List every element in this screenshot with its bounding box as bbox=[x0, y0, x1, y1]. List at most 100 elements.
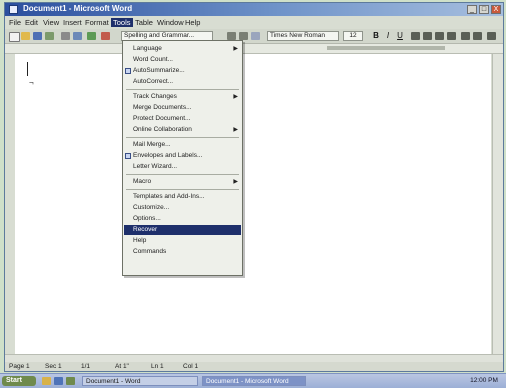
status-position: 1/1 bbox=[81, 363, 91, 370]
taskbar: Start Document1 - Word Document1 - Micro… bbox=[0, 373, 506, 388]
tools-menu-item[interactable]: AutoSummarize... bbox=[124, 66, 241, 76]
quick-launch-folder-icon[interactable] bbox=[42, 377, 51, 385]
tools-menu-item[interactable]: Options... bbox=[124, 214, 241, 224]
tools-menu-item[interactable]: Recover bbox=[124, 225, 241, 235]
title-bar[interactable]: Document1 - Microsoft Word _ □ X bbox=[5, 3, 503, 16]
word-document-icon[interactable] bbox=[9, 5, 18, 14]
email-icon[interactable] bbox=[45, 32, 54, 40]
menu-tools[interactable]: Tools bbox=[111, 18, 133, 27]
status-column: Col 1 bbox=[183, 363, 199, 370]
underline-button[interactable]: U bbox=[395, 31, 405, 41]
tools-menu-item-label: Online Collaboration bbox=[133, 126, 192, 133]
align-right-icon[interactable] bbox=[435, 32, 444, 40]
horizontal-scrollbar[interactable] bbox=[5, 354, 503, 362]
indent-icon[interactable] bbox=[487, 32, 496, 40]
cut-icon[interactable] bbox=[101, 32, 110, 40]
menu-edit[interactable]: Edit bbox=[25, 18, 38, 27]
tools-menu-item-label: AutoSummarize... bbox=[133, 67, 185, 74]
submenu-arrow-icon: ▶ bbox=[233, 46, 238, 52]
tools-menu-item-label: Macro bbox=[133, 178, 152, 185]
tools-menu-item-label: Mail Merge... bbox=[133, 141, 171, 148]
status-section: Sec 1 bbox=[45, 363, 62, 370]
tools-menu-item[interactable]: AutoCorrect... bbox=[124, 77, 241, 87]
menu-view[interactable]: View bbox=[43, 18, 59, 27]
tools-menu-item[interactable]: Templates and Add-Ins... bbox=[124, 192, 241, 202]
menu-window[interactable]: Window bbox=[157, 18, 184, 27]
menu-separator bbox=[126, 137, 239, 138]
status-page: Page 1 bbox=[9, 363, 30, 370]
open-folder-icon[interactable] bbox=[21, 32, 30, 40]
tools-menu-item[interactable]: Customize... bbox=[124, 203, 241, 213]
submenu-arrow-icon: ▶ bbox=[233, 127, 238, 133]
tools-menu-item-label: Merge Documents... bbox=[133, 104, 192, 111]
align-left-icon[interactable] bbox=[411, 32, 420, 40]
tools-menu-item[interactable]: Online Collaboration ▶ bbox=[124, 125, 241, 135]
close-button[interactable]: X bbox=[491, 5, 501, 14]
save-icon[interactable] bbox=[33, 32, 42, 40]
align-center-icon[interactable] bbox=[423, 32, 432, 40]
word-window: Document1 - Microsoft Word _ □ X File Ed… bbox=[4, 2, 504, 372]
tools-menu-item-label: AutoCorrect... bbox=[133, 78, 174, 85]
tools-menu-item-label: Envelopes and Labels... bbox=[133, 152, 203, 159]
menu-help[interactable]: Help bbox=[185, 18, 200, 27]
submenu-arrow-icon: ▶ bbox=[233, 179, 238, 185]
text-cursor bbox=[27, 62, 28, 76]
print-icon[interactable] bbox=[61, 32, 70, 40]
taskbar-button-word[interactable]: Document1 - Microsoft Word bbox=[202, 376, 306, 386]
font-size-combobox[interactable]: 12 bbox=[343, 31, 363, 41]
tools-menu-item[interactable]: Protect Document... bbox=[124, 114, 241, 124]
redo-icon[interactable] bbox=[239, 32, 248, 40]
tools-menu-item-label: Language bbox=[133, 45, 162, 52]
minimize-button[interactable]: _ bbox=[467, 5, 477, 14]
system-clock: 12:00 PM bbox=[470, 377, 498, 384]
menu-insert[interactable]: Insert bbox=[63, 18, 82, 27]
print-preview-icon[interactable] bbox=[73, 32, 82, 40]
status-line: Ln 1 bbox=[151, 363, 164, 370]
menu-bar: File Edit View Insert Format Tools Table… bbox=[5, 17, 503, 28]
tools-menu-item[interactable]: Word Count... bbox=[124, 55, 241, 65]
tools-menu-item[interactable]: Letter Wizard... bbox=[124, 162, 241, 172]
start-button[interactable]: Start bbox=[2, 376, 36, 386]
menu-file[interactable]: File bbox=[9, 18, 21, 27]
table-icon[interactable] bbox=[251, 32, 260, 40]
tools-menu-item[interactable]: Commands bbox=[124, 247, 241, 257]
standard-toolbar: Spelling and Grammar... Times New Roman … bbox=[5, 29, 503, 44]
tools-menu-item[interactable]: Help bbox=[124, 236, 241, 246]
tools-menu-item[interactable]: Merge Documents... bbox=[124, 103, 241, 113]
tools-menu-item[interactable]: Envelopes and Labels... bbox=[124, 151, 241, 161]
tools-menu-item[interactable]: Macro ▶ bbox=[124, 177, 241, 187]
maximize-button[interactable]: □ bbox=[479, 5, 489, 14]
tools-menu-item[interactable]: Mail Merge... bbox=[124, 140, 241, 150]
numbering-icon[interactable] bbox=[461, 32, 470, 40]
taskbar-button-document[interactable]: Document1 - Word bbox=[82, 376, 198, 386]
status-bar: Page 1 Sec 1 1/1 At 1" Ln 1 Col 1 bbox=[5, 362, 503, 371]
spelling-grammar-icon[interactable] bbox=[87, 32, 96, 40]
tools-menu-item[interactable]: Track Changes ▶ bbox=[124, 92, 241, 102]
tools-menu-item-label: Word Count... bbox=[133, 56, 173, 63]
menu-separator bbox=[126, 174, 239, 175]
quick-launch-browser-icon[interactable] bbox=[54, 377, 63, 385]
menu-format[interactable]: Format bbox=[85, 18, 109, 27]
tools-menu-item[interactable]: Language ▶ bbox=[124, 44, 241, 54]
tools-menu-item-label: Help bbox=[133, 237, 147, 244]
new-document-icon[interactable] bbox=[9, 32, 20, 42]
tools-menu-item-label: Customize... bbox=[133, 204, 170, 211]
menu-table[interactable]: Table bbox=[135, 18, 153, 27]
quick-launch-desktop-icon[interactable] bbox=[66, 377, 75, 385]
bold-button[interactable]: B bbox=[371, 31, 381, 41]
horizontal-ruler[interactable] bbox=[5, 44, 503, 54]
italic-button[interactable]: I bbox=[383, 31, 393, 41]
font-name-combobox[interactable]: Times New Roman bbox=[267, 31, 339, 41]
status-at: At 1" bbox=[115, 363, 129, 370]
undo-icon[interactable] bbox=[227, 32, 236, 40]
vertical-scrollbar[interactable] bbox=[492, 54, 503, 354]
bullets-icon[interactable] bbox=[473, 32, 482, 40]
justify-icon[interactable] bbox=[447, 32, 456, 40]
tools-menu: Language ▶ Word Count... AutoSummarize... Au… bbox=[122, 40, 243, 276]
tools-menu-item-label: Recover bbox=[133, 226, 158, 233]
tools-menu-item-label: Commands bbox=[133, 248, 167, 255]
document-page[interactable]: ¬ bbox=[15, 54, 491, 354]
submenu-arrow-icon: ▶ bbox=[233, 94, 238, 100]
summary-icon bbox=[125, 68, 131, 74]
tools-menu-item-label: Protect Document... bbox=[133, 115, 191, 122]
